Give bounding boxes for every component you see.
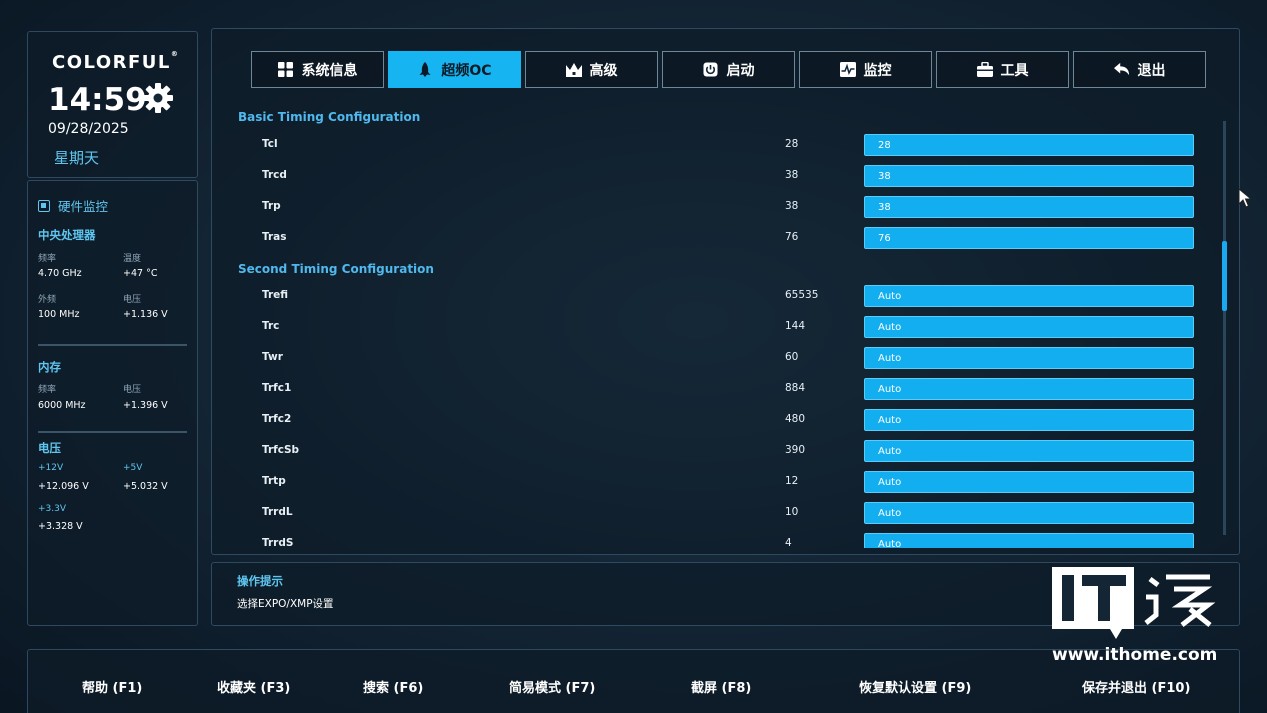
settings-list: Basic Timing Configuration Tcl 28 28 Trc… bbox=[212, 29, 1241, 548]
clock-time: 14:59 bbox=[48, 82, 147, 118]
setting-current-value: 390 bbox=[785, 444, 806, 456]
setting-input[interactable]: Auto bbox=[864, 316, 1194, 338]
setting-current-value: 884 bbox=[785, 382, 806, 394]
clock-weekday: 星期天 bbox=[54, 149, 100, 167]
v12-label: +12V bbox=[38, 463, 64, 473]
setting-label: Trfc2 bbox=[262, 413, 292, 425]
setting-label: Trp bbox=[262, 200, 281, 212]
memory-section-title: 内存 bbox=[38, 360, 61, 374]
hardware-monitor-panel: 硬件监控 中央处理器 频率 温度 4.70 GHz +47 °C 外频 电压 1… bbox=[27, 180, 198, 626]
cpu-freq-value: 4.70 GHz bbox=[38, 268, 82, 279]
load-defaults-key-button[interactable]: 恢复默认设置 (F9) bbox=[859, 677, 971, 696]
setting-current-value: 38 bbox=[785, 200, 799, 212]
basic-timing-title: Basic Timing Configuration bbox=[238, 110, 421, 124]
setting-current-value: 38 bbox=[785, 169, 799, 181]
setting-label: Twr bbox=[262, 351, 283, 363]
setting-input[interactable]: Auto bbox=[864, 378, 1194, 400]
setting-input[interactable]: 38 bbox=[864, 196, 1194, 218]
search-key-button[interactable]: 搜索 (F6) bbox=[363, 677, 423, 696]
setting-current-value: 12 bbox=[785, 475, 799, 487]
setting-current-value: 10 bbox=[785, 506, 799, 518]
screenshot-key-button[interactable]: 截屏 (F8) bbox=[691, 677, 751, 696]
setting-current-value: 4 bbox=[785, 537, 792, 548]
clock-date: 09/28/2025 bbox=[48, 121, 129, 137]
chip-icon bbox=[38, 199, 50, 212]
clock-panel: COLORFUL® 14:59 09/28/2025 星期天 bbox=[27, 31, 198, 178]
setting-input[interactable]: 38 bbox=[864, 165, 1194, 187]
v33-value: +3.328 V bbox=[38, 521, 83, 532]
colorful-logo: COLORFUL® bbox=[52, 50, 178, 73]
mem-freq-label: 频率 bbox=[38, 385, 57, 395]
setting-input[interactable]: Auto bbox=[864, 502, 1194, 524]
v5-label: +5V bbox=[123, 463, 143, 473]
setting-current-value: 65535 bbox=[785, 289, 819, 301]
v5-value: +5.032 V bbox=[123, 481, 168, 492]
cpu-temp-label: 温度 bbox=[123, 254, 142, 264]
setting-input[interactable]: 76 bbox=[864, 227, 1194, 249]
setting-label: TrrdL bbox=[262, 506, 293, 518]
scrollbar-thumb[interactable] bbox=[1222, 241, 1227, 311]
cpu-section-title: 中央处理器 bbox=[38, 228, 96, 242]
v33-label: +3.3V bbox=[38, 504, 67, 514]
setting-label: Tras bbox=[262, 231, 287, 243]
setting-input[interactable]: Auto bbox=[864, 533, 1194, 548]
hint-text: 选择EXPO/XMP设置 bbox=[237, 598, 334, 610]
setting-label: TrfcSb bbox=[262, 444, 300, 456]
cpu-volt-label: 电压 bbox=[123, 295, 142, 305]
cpu-bclk-label: 外频 bbox=[38, 295, 57, 305]
mouse-cursor-icon bbox=[1238, 188, 1253, 208]
divider bbox=[38, 344, 187, 346]
divider bbox=[38, 431, 187, 433]
setting-label: Trc bbox=[262, 320, 280, 332]
cpu-freq-label: 频率 bbox=[38, 254, 57, 264]
setting-label: Tcl bbox=[262, 138, 278, 150]
mem-freq-value: 6000 MHz bbox=[38, 400, 86, 411]
setting-current-value: 28 bbox=[785, 138, 799, 150]
easy-mode-key-button[interactable]: 简易模式 (F7) bbox=[509, 677, 595, 696]
favorites-key-button[interactable]: 收藏夹 (F3) bbox=[217, 677, 290, 696]
watermark-url: www.ithome.com bbox=[1052, 645, 1218, 665]
hardware-monitor-header: 硬件监控 bbox=[38, 196, 108, 215]
help-key-button[interactable]: 帮助 (F1) bbox=[82, 677, 142, 696]
hint-title: 操作提示 bbox=[237, 574, 283, 588]
cpu-temp-value: +47 °C bbox=[123, 268, 158, 279]
gear-icon bbox=[143, 83, 173, 113]
setting-current-value: 144 bbox=[785, 320, 806, 332]
main-settings-panel: 系统信息 超频OC 高级 启动 监控 工具 退出 Basic Timing Co… bbox=[211, 28, 1240, 555]
second-timing-title: Second Timing Configuration bbox=[238, 262, 434, 276]
setting-label: Trfc1 bbox=[262, 382, 292, 394]
save-exit-key-button[interactable]: 保存并退出 (F10) bbox=[1082, 677, 1190, 696]
setting-label: TrrdS bbox=[262, 537, 294, 548]
mem-volt-value: +1.396 V bbox=[123, 400, 168, 411]
cpu-bclk-value: 100 MHz bbox=[38, 309, 80, 320]
setting-input[interactable]: Auto bbox=[864, 285, 1194, 307]
setting-input[interactable]: Auto bbox=[864, 347, 1194, 369]
setting-input[interactable]: Auto bbox=[864, 409, 1194, 431]
setting-input[interactable]: Auto bbox=[864, 471, 1194, 493]
setting-current-value: 76 bbox=[785, 231, 799, 243]
setting-label: Trtp bbox=[262, 475, 286, 487]
setting-current-value: 480 bbox=[785, 413, 806, 425]
v12-value: +12.096 V bbox=[38, 481, 89, 492]
setting-label: Trefi bbox=[262, 289, 289, 301]
setting-input[interactable]: Auto bbox=[864, 440, 1194, 462]
mem-volt-label: 电压 bbox=[123, 385, 142, 395]
cpu-volt-value: +1.136 V bbox=[123, 309, 168, 320]
scrollbar-track[interactable] bbox=[1223, 121, 1226, 535]
setting-input[interactable]: 28 bbox=[864, 134, 1194, 156]
setting-current-value: 60 bbox=[785, 351, 799, 363]
hardware-monitor-title: 硬件监控 bbox=[58, 199, 109, 214]
voltage-section-title: 电压 bbox=[38, 441, 61, 455]
setting-label: Trcd bbox=[262, 169, 287, 181]
